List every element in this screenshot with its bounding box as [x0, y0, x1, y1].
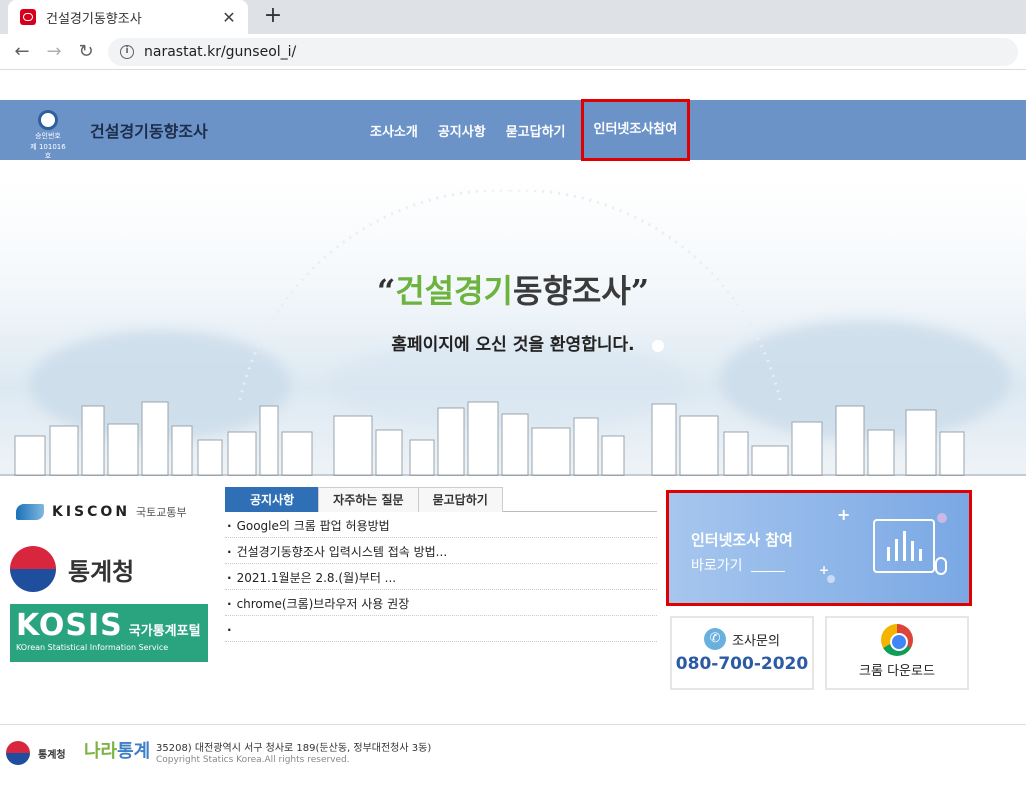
banner-link-text: 바로가기 [691, 558, 743, 574]
list-item[interactable]: 건설경기동향조사 입력시스템 접속 방법... [225, 538, 657, 564]
hero-title: “건설경기동향조사” [376, 272, 650, 310]
seal-line-1: 승인번호 [35, 132, 61, 140]
browser-toolbar: ← → ↻ i narastat.kr/gunseol_i/ [0, 34, 1026, 70]
mouse-icon [935, 557, 947, 575]
back-button[interactable]: ← [10, 40, 34, 64]
contact-box[interactable]: ✆ 조사문의 080-700-2020 [670, 616, 814, 690]
list-item[interactable]: chrome(크롬)브라우저 사용 권장 [225, 590, 657, 616]
hero-title-green: 건설경기 [395, 272, 513, 310]
taegeuk-icon [6, 741, 30, 765]
internet-survey-banner[interactable]: + + 인터넷조사 참여 바로가기 [666, 490, 972, 606]
nav-item-notice[interactable]: 공지사항 [428, 121, 496, 140]
footer-narastat-logo[interactable]: 나라통계 [84, 737, 150, 763]
kostat-logo[interactable]: 통계청 [10, 546, 134, 592]
list-item[interactable]: Google의 크롬 팝업 허용방법 [225, 512, 657, 538]
url-text[interactable]: narastat.kr/gunseol_i/ [144, 44, 296, 60]
list-item-empty [225, 616, 657, 642]
notice-board: 공지사항 자주하는 질문 묻고답하기 Google의 크롬 팝업 허용방법 건설… [225, 487, 657, 642]
kiscon-logo[interactable]: KISCON 국토교통부 [16, 504, 187, 520]
site-info-icon[interactable]: i [120, 45, 134, 59]
site-title[interactable]: 건설경기동향조사 [90, 118, 208, 142]
kosis-logo[interactable]: KOSIS 국가통계포털 KOrean Statistical Informat… [10, 604, 208, 662]
footer-copyright: Copyright Statics Korea.All rights reser… [156, 755, 350, 765]
site-favicon-icon [20, 9, 36, 25]
arrow-line-icon [751, 571, 785, 572]
reload-button[interactable]: ↻ [74, 40, 98, 64]
dot-decoration [827, 575, 835, 583]
tab-close-icon[interactable]: ✕ [220, 8, 238, 27]
plus-decoration-icon: + [837, 505, 851, 524]
taegeuk-icon [10, 546, 56, 592]
new-tab-button[interactable]: + [260, 4, 286, 30]
nav-item-qna[interactable]: 묻고답하기 [496, 121, 576, 140]
contact-phone-number: 080-700-2020 [675, 654, 809, 674]
banner-title: 인터넷조사 참여 [691, 531, 793, 549]
nav-item-survey-intro[interactable]: 조사소개 [360, 121, 428, 140]
approval-seal: 승인번호 제 101016 호 [26, 110, 70, 160]
browser-tab[interactable]: 건설경기동향조사 ✕ [8, 0, 248, 34]
footer-kostat-logo[interactable]: 통계청 [6, 741, 66, 765]
hero-subtitle: 홈페이지에 오신 것을 환영합니다. [391, 335, 635, 355]
list-item[interactable]: 2021.1월분은 2.8.(월)부터 ... [225, 564, 657, 590]
tab-qna[interactable]: 묻고답하기 [417, 487, 503, 512]
seal-line-2: 제 101016 호 [30, 143, 66, 160]
chrome-download-label: 크롬 다운로드 [859, 664, 935, 679]
site-footer: 통계청 나라통계 35208) 대전광역시 서구 청사로 189(둔산동, 정부… [0, 724, 1026, 801]
hero-title-dark: 동향조사 [513, 272, 631, 310]
dot-decoration [937, 513, 947, 523]
hero-banner: “건설경기동향조사” 홈페이지에 오신 것을 환영합니다. [0, 180, 1026, 476]
city-skyline [0, 401, 1026, 476]
main-nav: 조사소개 공지사항 묻고답하기 인터넷조사참여 [360, 99, 691, 161]
phone-icon: ✆ [704, 628, 727, 650]
monitor-chart-icon [873, 519, 935, 573]
nav-item-internet-survey[interactable]: 인터넷조사참여 [580, 99, 691, 161]
site-header: 승인번호 제 101016 호 건설경기동향조사 조사소개 공지사항 묻고답하기… [0, 99, 1026, 161]
footer-address: 35208) 대전광역시 서구 청사로 189(둔산동, 정부대전청사 3동) [156, 743, 432, 754]
chrome-icon [881, 624, 913, 656]
tab-title: 건설경기동향조사 [46, 11, 142, 27]
kiscon-mark-icon [16, 504, 44, 520]
address-bar[interactable]: i narastat.kr/gunseol_i/ [108, 38, 1018, 66]
tab-notice[interactable]: 공지사항 [225, 487, 320, 512]
board-tabs: 공지사항 자주하는 질문 묻고답하기 [225, 487, 657, 512]
chrome-download-button[interactable]: 크롬 다운로드 [825, 616, 969, 690]
contact-label: 조사문의 [732, 633, 780, 649]
browser-tabstrip: 건설경기동향조사 ✕ + [0, 0, 1026, 34]
tab-faq[interactable]: 자주하는 질문 [318, 487, 419, 512]
forward-button[interactable]: → [42, 40, 66, 64]
seal-emblem-icon [38, 110, 58, 130]
notice-list: Google의 크롬 팝업 허용방법 건설경기동향조사 입력시스템 접속 방법.… [225, 512, 657, 642]
